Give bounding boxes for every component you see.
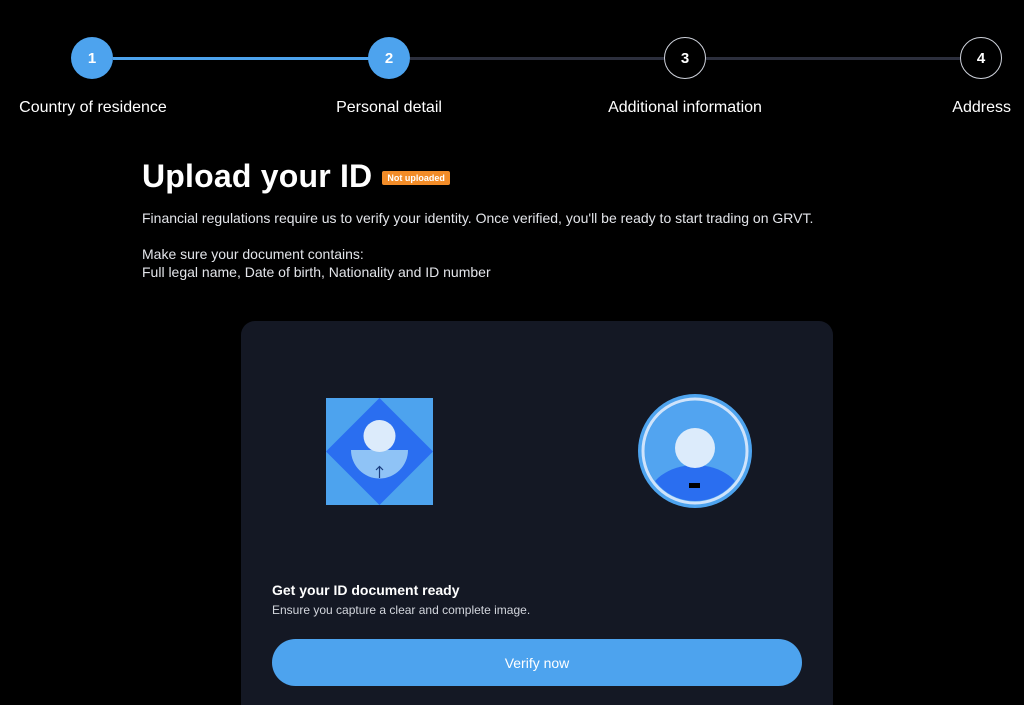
- id-upload-card: Get your ID document ready Ensure you ca…: [241, 321, 833, 705]
- status-badge: Not uploaded: [382, 170, 450, 185]
- selfie-avatar-icon: [637, 393, 753, 509]
- step-4-indicator[interactable]: 4: [960, 37, 1002, 79]
- step-1-indicator[interactable]: 1: [71, 37, 113, 79]
- page-title: Upload your ID: [142, 158, 373, 194]
- verify-now-button[interactable]: Verify now: [272, 639, 802, 686]
- page-description: Financial regulations require us to veri…: [142, 210, 814, 226]
- title-row: Upload your ID Not uploaded: [142, 158, 450, 195]
- card-subtext: Ensure you capture a clear and complete …: [272, 603, 531, 617]
- step-3-indicator[interactable]: 3: [664, 37, 706, 79]
- id-document-upload-icon: [326, 398, 433, 505]
- step-connector-1-2: [113, 57, 369, 60]
- requirements-title: Make sure your document contains:: [142, 246, 364, 262]
- step-connector-3-4: [706, 57, 960, 60]
- step-4-number: 4: [976, 49, 986, 67]
- step-4-label: Address: [952, 99, 1011, 116]
- step-connector-2-3: [410, 57, 664, 60]
- step-2-number: 2: [384, 49, 394, 67]
- step-1-number: 1: [87, 49, 97, 67]
- step-2-indicator[interactable]: 2: [368, 37, 410, 79]
- step-1-label: Country of residence: [19, 99, 167, 116]
- step-3-label: Additional information: [608, 99, 762, 116]
- card-heading: Get your ID document ready: [272, 582, 460, 598]
- requirements-list: Full legal name, Date of birth, National…: [142, 264, 491, 280]
- step-3-number: 3: [680, 49, 690, 67]
- step-2-label: Personal detail: [336, 99, 442, 116]
